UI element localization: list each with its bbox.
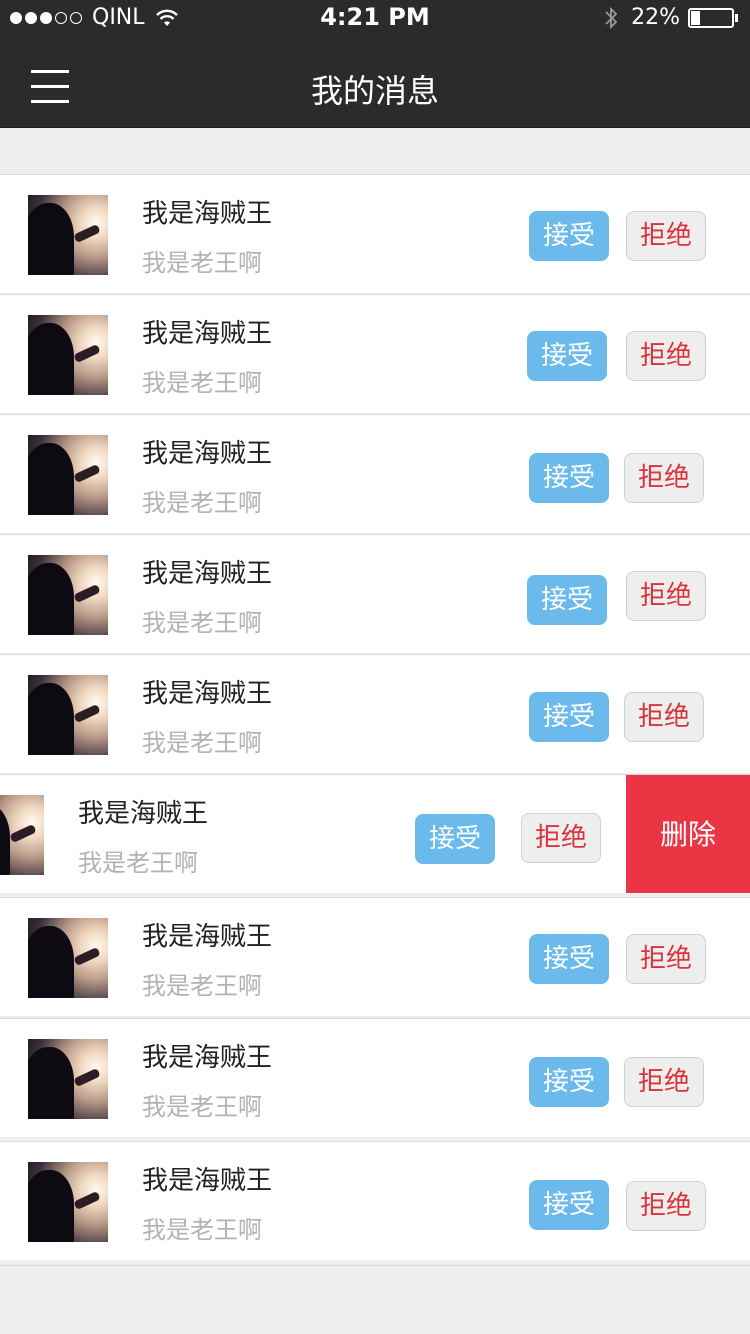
reject-button[interactable]: 拒绝: [626, 1181, 706, 1231]
delete-button[interactable]: 删除: [626, 775, 750, 893]
message-row: 我是海贼王 我是老王啊 接受 拒绝: [0, 1018, 750, 1137]
reject-button[interactable]: 拒绝: [626, 331, 706, 381]
reject-button[interactable]: 拒绝: [626, 211, 706, 261]
sender-name: 我是海贼王: [142, 679, 273, 709]
reject-button[interactable]: 拒绝: [521, 813, 601, 863]
accept-button[interactable]: 接受: [529, 692, 609, 742]
avatar: [28, 315, 108, 395]
message-row: 我是海贼王 我是老王啊 接受 拒绝: [0, 897, 750, 1016]
accept-button[interactable]: 接受: [415, 814, 495, 864]
status-right: 22%: [603, 5, 738, 30]
message-preview: 我是老王啊: [142, 729, 262, 757]
sender-name: 我是海贼王: [142, 559, 273, 589]
sender-name: 我是海贼王: [142, 439, 273, 469]
sender-name: 我是海贼王: [78, 799, 209, 829]
accept-button[interactable]: 接受: [529, 1180, 609, 1230]
list-bottom-divider: [0, 1265, 750, 1266]
message-preview: 我是老王啊: [142, 1216, 262, 1244]
accept-button[interactable]: 接受: [529, 934, 609, 984]
message-row: 我是海贼王 我是老王啊 接受 拒绝: [0, 174, 750, 293]
sender-name: 我是海贼王: [142, 1166, 273, 1196]
avatar: [28, 1039, 108, 1119]
battery-icon: [688, 7, 738, 28]
battery-percent: 22%: [631, 5, 680, 30]
battery-level-fill: [691, 10, 700, 25]
avatar: [28, 555, 108, 635]
message-row: 我是海贼王 我是老王啊 接受 拒绝: [0, 414, 750, 533]
message-preview: 我是老王啊: [142, 1093, 262, 1121]
accept-button[interactable]: 接受: [529, 1057, 609, 1107]
avatar: [28, 918, 108, 998]
status-bar: QINL 4:21 PM 22%: [0, 0, 750, 40]
page-title: 我的消息: [310, 72, 439, 110]
reject-button[interactable]: 拒绝: [626, 934, 706, 984]
sender-name: 我是海贼王: [142, 1043, 273, 1073]
avatar: [28, 675, 108, 755]
reject-button[interactable]: 拒绝: [624, 1057, 704, 1107]
accept-button[interactable]: 接受: [527, 331, 607, 381]
nav-bar: 我的消息: [0, 40, 750, 128]
message-preview: 我是老王啊: [142, 489, 262, 517]
message-row-swiped: 我是海贼王 我是老王啊 接受 拒绝 删除: [0, 774, 750, 893]
accept-button[interactable]: 接受: [527, 575, 607, 625]
message-preview: 我是老王啊: [142, 369, 262, 397]
reject-button[interactable]: 拒绝: [624, 453, 704, 503]
reject-button[interactable]: 拒绝: [624, 692, 704, 742]
bluetooth-icon: [605, 6, 618, 29]
reject-button[interactable]: 拒绝: [626, 571, 706, 621]
message-row: 我是海贼王 我是老王啊 接受 拒绝: [0, 654, 750, 773]
accept-button[interactable]: 接受: [529, 453, 609, 503]
message-preview: 我是老王啊: [142, 249, 262, 277]
avatar: [28, 195, 108, 275]
accept-button[interactable]: 接受: [529, 211, 609, 261]
avatar: [28, 1162, 108, 1242]
sender-name: 我是海贼王: [142, 922, 273, 952]
message-row: 我是海贼王 我是老王啊 接受 拒绝: [0, 294, 750, 413]
sender-name: 我是海贼王: [142, 319, 273, 349]
avatar: [0, 795, 44, 875]
message-row: 我是海贼王 我是老王啊 接受 拒绝: [0, 1141, 750, 1260]
message-preview: 我是老王啊: [78, 849, 198, 877]
avatar: [28, 435, 108, 515]
sender-name: 我是海贼王: [142, 199, 273, 229]
message-row: 我是海贼王 我是老王啊 接受 拒绝: [0, 534, 750, 653]
message-preview: 我是老王啊: [142, 609, 262, 637]
message-preview: 我是老王啊: [142, 972, 262, 1000]
